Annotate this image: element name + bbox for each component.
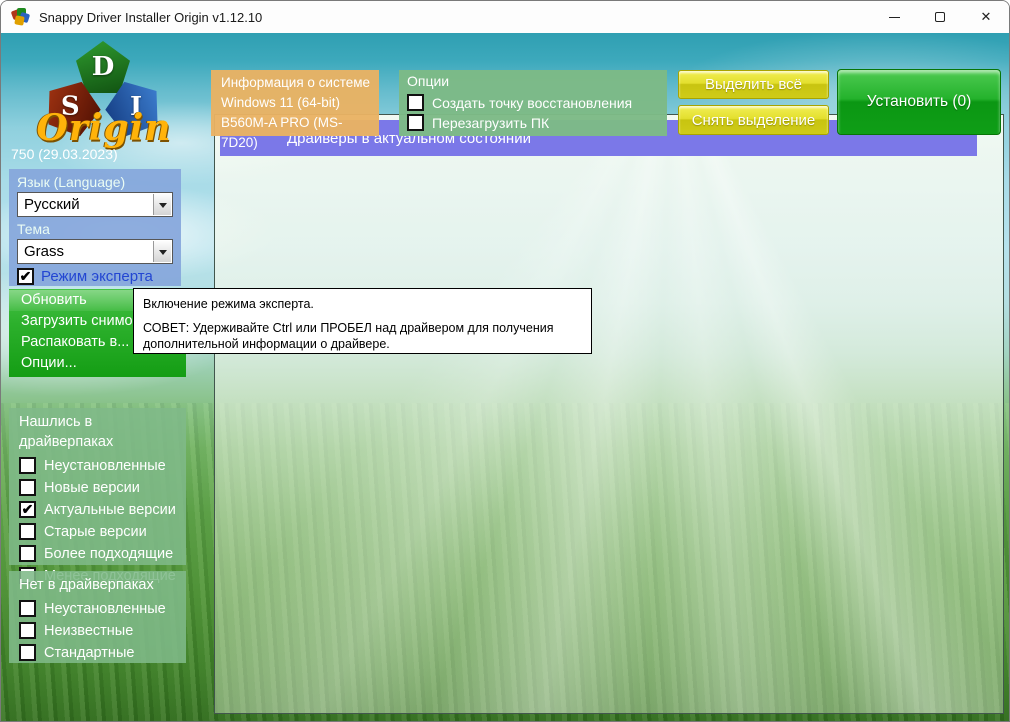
checkbox-label: Перезагрузить ПК bbox=[432, 115, 549, 131]
language-select-value: Русский bbox=[24, 196, 80, 213]
filter-checkbox-row[interactable]: Новые версии bbox=[15, 479, 180, 496]
option-checkbox-row[interactable]: Создать точку восстановления bbox=[407, 94, 667, 111]
checkbox[interactable] bbox=[19, 600, 36, 617]
expert-mode-label: Режим эксперта bbox=[41, 268, 153, 285]
missing-section-title: Нет в драйверпаках bbox=[15, 575, 180, 595]
filter-checkbox-row[interactable]: Неустановленные bbox=[15, 457, 180, 474]
checkbox-label: Создать точку восстановления bbox=[432, 95, 632, 111]
system-info-motherboard: B560M-A PRO (MS-7D20) bbox=[221, 113, 379, 153]
maximize-icon bbox=[935, 12, 945, 22]
expert-mode-row[interactable]: Режим эксперта bbox=[17, 268, 173, 285]
checkbox[interactable] bbox=[19, 523, 36, 540]
sunray-decoration bbox=[215, 114, 1003, 714]
filter-checkbox-row[interactable]: Более подходящие bbox=[15, 545, 180, 562]
options-box: Опции Создать точку восстановления Перез… bbox=[399, 70, 667, 136]
found-in-driverpacks-panel: Нашлись в драйверпаках Неустановленные Н… bbox=[9, 408, 186, 565]
deselect-button[interactable]: Снять выделение bbox=[678, 105, 829, 135]
checkbox-label: Новые версии bbox=[44, 480, 140, 496]
filter-checkbox-row[interactable]: Неустановленные bbox=[15, 600, 180, 617]
missing-in-driverpacks-panel: Нет в драйверпаках Неустановленные Неизв… bbox=[9, 571, 186, 663]
theme-label: Тема bbox=[17, 219, 173, 239]
language-theme-panel: Язык (Language) Русский Тема Grass Режим… bbox=[9, 169, 181, 286]
minimize-icon bbox=[889, 17, 900, 18]
filter-checkbox-row[interactable]: Стандартные bbox=[15, 644, 180, 661]
close-button[interactable]: ✕ bbox=[963, 1, 1009, 33]
menu-item[interactable]: Опции... bbox=[9, 353, 186, 374]
chevron-down-icon[interactable] bbox=[153, 194, 171, 215]
theme-select-value: Grass bbox=[24, 243, 64, 260]
install-button[interactable]: Установить (0) bbox=[837, 69, 1001, 135]
window-title: Snappy Driver Installer Origin v1.12.10 bbox=[39, 10, 262, 25]
options-checkbox-list: Создать точку восстановления Перезагрузи… bbox=[407, 94, 667, 131]
options-title: Опции bbox=[407, 72, 667, 91]
checkbox[interactable] bbox=[19, 501, 36, 518]
filter-checkbox-row[interactable]: Актуальные версии bbox=[15, 501, 180, 518]
checkbox-label: Неустановленные bbox=[44, 458, 166, 474]
driver-list-panel: Драйверы в актуальном состоянии bbox=[214, 114, 1004, 714]
checkbox[interactable] bbox=[407, 94, 424, 111]
missing-filter-list: Неустановленные Неизвестные Стандартные bbox=[15, 600, 180, 661]
app-window: Snappy Driver Installer Origin v1.12.10 … bbox=[0, 0, 1010, 722]
checkbox-label: Более подходящие bbox=[44, 546, 173, 562]
select-all-button[interactable]: Выделить всё bbox=[678, 70, 829, 99]
close-icon: ✕ bbox=[981, 9, 992, 25]
checkbox-label: Старые версии bbox=[44, 524, 147, 540]
theme-select[interactable]: Grass bbox=[17, 239, 173, 264]
minimize-button[interactable] bbox=[871, 1, 917, 33]
expert-mode-tooltip: Включение режима эксперта. СОВЕТ: Удержи… bbox=[133, 288, 592, 354]
language-label: Язык (Language) bbox=[17, 172, 173, 192]
sdi-logo: D S I Origin bbox=[29, 41, 179, 149]
checkbox-label: Актуальные версии bbox=[44, 502, 176, 518]
system-info-title: Информация о системе bbox=[221, 73, 379, 93]
filter-checkbox-row[interactable]: Старые версии bbox=[15, 523, 180, 540]
checkbox-label: Стандартные bbox=[44, 645, 134, 661]
checkbox[interactable] bbox=[19, 545, 36, 562]
maximize-button[interactable] bbox=[917, 1, 963, 33]
checkbox[interactable] bbox=[19, 457, 36, 474]
logo-pentagon-d: D bbox=[76, 41, 130, 93]
checkbox[interactable] bbox=[19, 622, 36, 639]
found-section-title: Нашлись в драйверпаках bbox=[15, 412, 180, 452]
app-background: Драйверы в актуальном состоянии Информац… bbox=[1, 33, 1010, 722]
filter-checkbox-row[interactable]: Неизвестные bbox=[15, 622, 180, 639]
language-select[interactable]: Русский bbox=[17, 192, 173, 217]
checkbox[interactable] bbox=[407, 114, 424, 131]
checkbox-label: Неизвестные bbox=[44, 623, 133, 639]
system-info-box: Информация о системе Windows 11 (64-bit)… bbox=[211, 70, 379, 136]
checkbox-label: Неустановленные bbox=[44, 601, 166, 617]
tooltip-line2: СОВЕТ: Удерживайте Ctrl или ПРОБЕЛ над д… bbox=[143, 320, 582, 352]
chevron-down-icon[interactable] bbox=[153, 241, 171, 262]
tooltip-line1: Включение режима эксперта. bbox=[143, 296, 582, 312]
title-bar: Snappy Driver Installer Origin v1.12.10 … bbox=[1, 1, 1009, 33]
option-checkbox-row[interactable]: Перезагрузить ПК bbox=[407, 114, 667, 131]
checkbox[interactable] bbox=[19, 644, 36, 661]
expert-mode-checkbox[interactable] bbox=[17, 268, 34, 285]
logo-wordmark: Origin bbox=[36, 107, 171, 149]
system-info-os: Windows 11 (64-bit) bbox=[221, 93, 379, 113]
checkbox[interactable] bbox=[19, 479, 36, 496]
app-logo-icon bbox=[12, 8, 30, 26]
version-label: 750 (29.03.2023) bbox=[11, 146, 118, 162]
found-filter-list: Неустановленные Новые версии Актуальные … bbox=[15, 457, 180, 584]
